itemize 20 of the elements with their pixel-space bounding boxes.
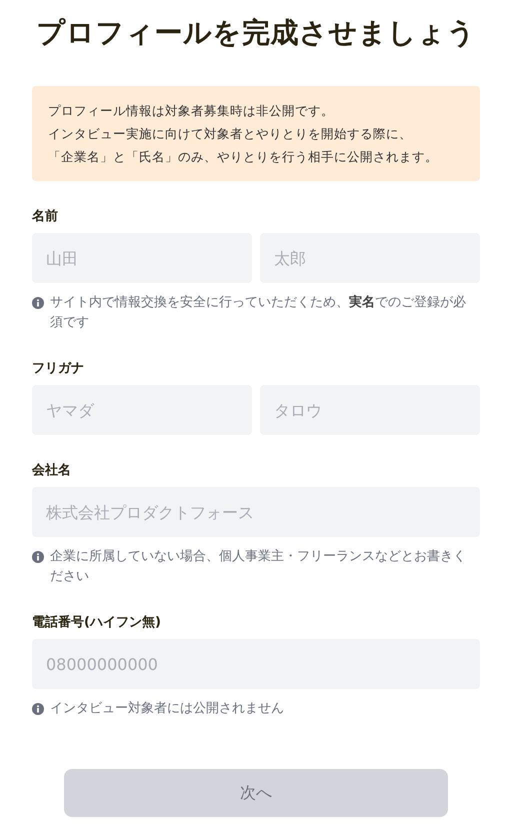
field-label: 名前 [32, 208, 58, 225]
hint-text: インタビュー対象者には公開されません [50, 700, 285, 718]
input-field[interactable]: 08000000000 [32, 639, 480, 689]
info-icon [32, 297, 44, 309]
input-field[interactable]: ヤマダ [32, 385, 252, 435]
field-label: 会社名 [32, 462, 71, 479]
input-field[interactable]: 株式会社プロダクトフォース [32, 487, 480, 537]
input-field[interactable]: 太郎 [260, 233, 480, 283]
info-icon [32, 551, 44, 563]
info-icon [32, 703, 44, 715]
input-field[interactable]: 山田 [32, 233, 252, 283]
notice-text: 「企業名」と「氏名」のみ、やりとりを行う相手に公開されます。 [48, 148, 439, 166]
hint-text: サイト内で情報交換を安全に行っていただくため、実名でのご登録が必須です [50, 294, 467, 332]
notice-text: インタビュー実施に向けて対象者とやりとりを開始する際に、 [48, 125, 413, 143]
page-title: プロフィールを完成させましょう [35, 15, 477, 51]
input-field[interactable]: タロウ [260, 385, 480, 435]
notice-text: プロフィール情報は対象者募集時は非公開です。 [48, 102, 335, 120]
field-label: フリガナ [32, 360, 84, 377]
field-label: 電話番号(ハイフン無) [32, 614, 161, 631]
hint-text: 企業に所属していない場合、個人事業主・フリーランスなどとお書きください [50, 548, 467, 586]
